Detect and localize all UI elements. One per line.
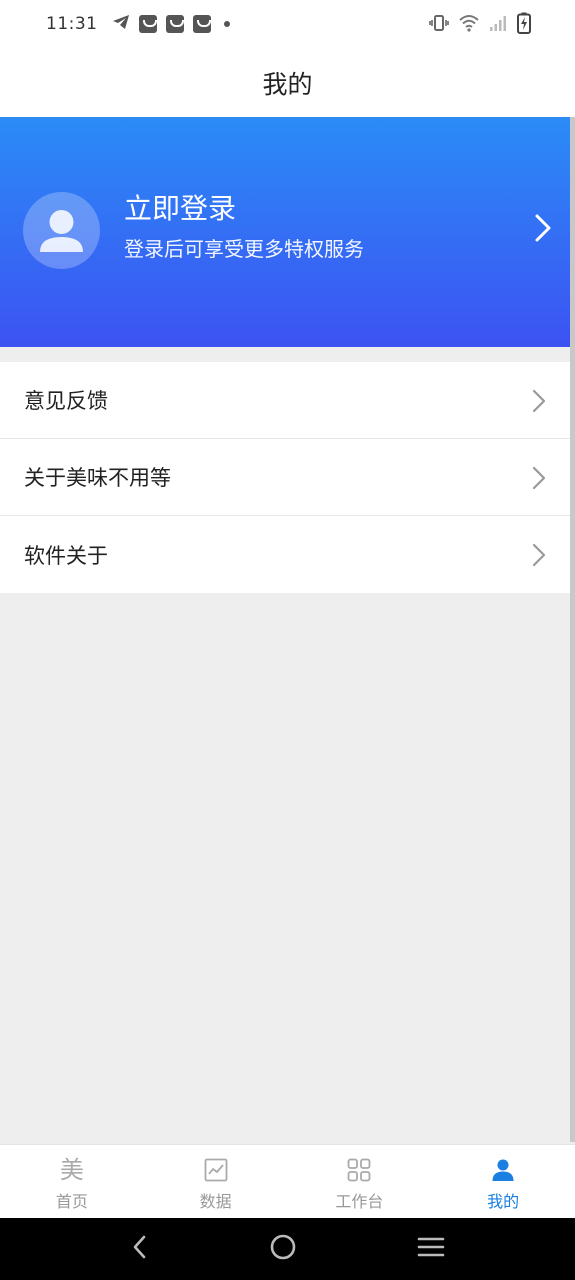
menu-item-software-about[interactable]: 软件关于 <box>0 516 570 593</box>
tab-workbench[interactable]: 工作台 <box>288 1145 432 1218</box>
tab-label: 工作台 <box>335 1192 384 1211</box>
login-banner[interactable]: 立即登录 登录后可享受更多特权服务 <box>0 117 570 347</box>
dot-icon <box>223 21 230 27</box>
chevron-right-icon <box>532 543 546 571</box>
login-subtitle: 登录后可享受更多特权服务 <box>124 237 364 261</box>
status-time: 11:31 <box>46 14 98 34</box>
menu-item-about-app[interactable]: 关于美味不用等 <box>0 439 570 516</box>
tab-mine[interactable]: 我的 <box>431 1145 575 1218</box>
bottom-tab-bar: 美 首页 数据 工作台 我的 <box>0 1144 575 1218</box>
tab-label: 我的 <box>487 1192 520 1211</box>
login-title: 立即登录 <box>124 192 237 225</box>
home-circle-icon[interactable] <box>269 1233 297 1265</box>
status-bar: 11:31 <box>0 0 575 48</box>
notification-icon <box>192 15 211 33</box>
system-nav-bar <box>0 1218 575 1280</box>
chevron-right-icon <box>534 213 552 247</box>
tab-label: 首页 <box>55 1192 88 1211</box>
signal-icon <box>489 14 507 36</box>
battery-charging-icon <box>517 12 531 38</box>
chart-icon <box>203 1157 229 1183</box>
person-icon <box>490 1157 516 1183</box>
menu-item-label: 软件关于 <box>24 543 108 568</box>
back-icon[interactable] <box>130 1234 150 1264</box>
user-avatar-icon <box>23 192 100 269</box>
settings-menu: 意见反馈 关于美味不用等 软件关于 <box>0 362 570 593</box>
page-title: 我的 <box>262 69 313 99</box>
scrollbar[interactable] <box>570 117 575 1142</box>
status-notifications <box>112 14 230 34</box>
menu-item-label: 意见反馈 <box>24 389 108 413</box>
notification-icon <box>138 15 157 33</box>
vibrate-icon <box>429 13 449 37</box>
notification-icon <box>165 15 184 33</box>
telegram-icon <box>112 14 130 34</box>
tab-label: 数据 <box>199 1192 232 1211</box>
chevron-right-icon <box>532 466 546 494</box>
grid-icon <box>346 1157 372 1183</box>
menu-item-feedback[interactable]: 意见反馈 <box>0 362 570 439</box>
status-system-icons <box>429 12 531 38</box>
tab-data[interactable]: 数据 <box>144 1145 288 1218</box>
home-mei-icon: 美 <box>59 1156 84 1184</box>
header: 我的 <box>0 48 575 117</box>
chevron-right-icon <box>532 389 546 417</box>
menu-lines-icon[interactable] <box>417 1235 445 1263</box>
menu-item-label: 关于美味不用等 <box>24 466 171 490</box>
wifi-icon <box>459 14 479 36</box>
tab-home[interactable]: 美 首页 <box>0 1145 144 1218</box>
